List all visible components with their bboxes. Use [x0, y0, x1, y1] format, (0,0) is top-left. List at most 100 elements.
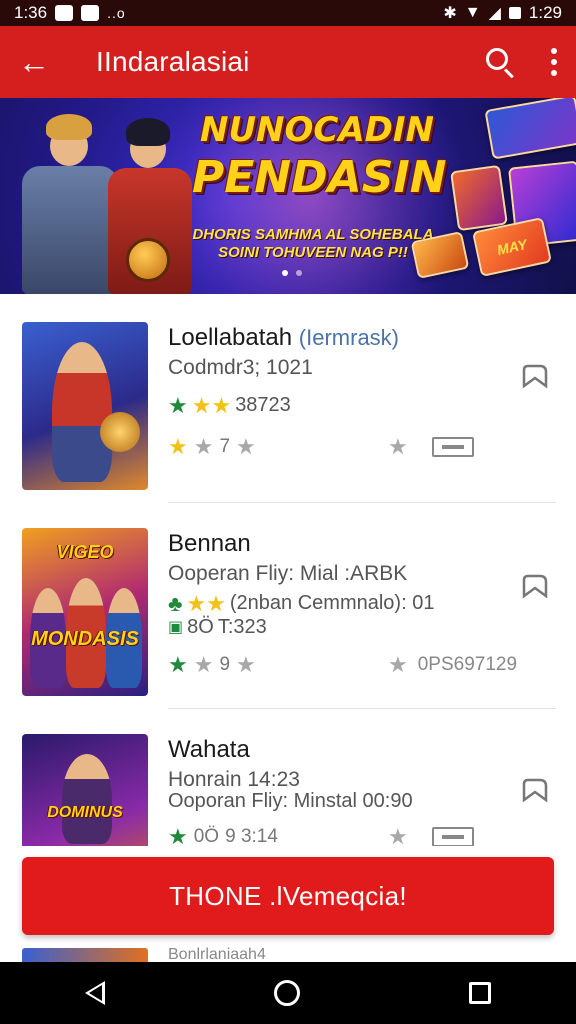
nav-recent-apps-icon[interactable]: [469, 982, 492, 1004]
banner-subline-1: DHORIS SAMHMA AL SOHEBALA: [192, 226, 434, 243]
club-icon: ♣: [168, 590, 183, 616]
photo-icon: [81, 5, 100, 21]
detail-text: T:323: [217, 616, 267, 638]
star-icon[interactable]: ★: [388, 436, 408, 458]
star-icon: ★: [168, 652, 188, 677]
banner-headline-2: PENDASIN: [192, 152, 447, 203]
detail-text: Ooporan Fliy: Minstal 00:90: [168, 790, 413, 812]
game-subtitle: Ooperan Fliy: Mial :ARBK: [168, 562, 408, 585]
cta-button[interactable]: THONE .lVemeqcia!: [22, 857, 554, 935]
search-handle: [503, 68, 514, 79]
status-time: 1:36: [14, 3, 48, 22]
more-vertical-icon[interactable]: [550, 48, 558, 76]
promo-banner[interactable]: NUNOCADIN PENDASIN DHORIS SAMHMA AL SOHE…: [0, 98, 576, 294]
arrow-left-icon[interactable]: ←: [18, 46, 66, 78]
game-title: Bennan: [168, 530, 251, 557]
star-icon[interactable]: ★: [388, 654, 408, 676]
stat-row: ★ ★ 9 ★: [168, 654, 256, 676]
banner-card: [450, 164, 508, 232]
ticket-icon[interactable]: [431, 437, 474, 457]
stat-right: ★: [388, 826, 474, 846]
hero-hair: [126, 118, 170, 146]
list-item[interactable]: DOMINUS Wahata Honrain 14:23 Ooporan Fli…: [0, 718, 576, 846]
stat-right-value: 0PS697129: [417, 654, 518, 675]
thumb-figure: [52, 342, 112, 482]
banner-headline-1: NUNOCADIN: [199, 110, 434, 150]
cta-container: THONE .lVemeqcia! Bonlrlaniaah4: [0, 846, 576, 963]
bookmark-icon[interactable]: [520, 362, 550, 390]
more-notifications-icon: ..o: [107, 5, 126, 21]
star-icon: ★: [168, 824, 188, 847]
nav-home-icon[interactable]: [273, 980, 300, 1006]
wifi-icon: ▼: [464, 4, 481, 21]
star-icon: ★: [168, 434, 188, 459]
divider: [168, 502, 556, 503]
system-nav-bar: [0, 962, 576, 1024]
star-icon: ★: [193, 434, 214, 459]
banner-subline-2: SOINI TOHUVEEN NAG P!!: [218, 244, 408, 261]
star-icon: ★★: [186, 590, 226, 616]
menu-dot: [551, 70, 557, 76]
list-item[interactable]: VIGEO MONDASIS Bennan Ooperan Fliy: Mial…: [0, 512, 576, 718]
game-title-text: Loellabatah: [168, 324, 293, 351]
rating-count: 38723: [235, 394, 291, 416]
thumb-logo: VIGEO: [56, 542, 114, 562]
menu-dot: [551, 59, 557, 65]
battery-icon: [508, 7, 521, 19]
game-thumbnail: [22, 322, 148, 490]
page-title: IIndaralasiai: [96, 46, 250, 77]
star-icon: ★★: [191, 392, 232, 418]
game-list: Loellabatah (Iermrask) Codmdr3; 1021 ★ ★…: [0, 306, 576, 846]
menu-dot: [551, 48, 557, 54]
nav-back-icon[interactable]: [84, 981, 105, 1005]
star-icon[interactable]: ★: [388, 826, 408, 847]
page-dot-active: [282, 270, 288, 276]
detail-prefix: 8Ö: [187, 616, 214, 638]
app-bar: ← IIndaralasiai: [0, 26, 576, 98]
star-icon: ★: [168, 392, 188, 418]
status-bar-left: 1:36 ..o: [14, 3, 126, 23]
signal-icon: ◢: [488, 5, 501, 22]
ball-icon: [126, 238, 170, 282]
bookmark-icon[interactable]: [520, 776, 550, 804]
peek-thumbnail: [22, 948, 148, 962]
stat-row: ★ 0Ö 9 3:14: [168, 824, 278, 847]
search-lens: [486, 48, 508, 70]
stat-right: ★ 0PS697129: [388, 654, 517, 676]
game-subtitle: Codmdr3; 1021: [168, 356, 313, 379]
rating-row: ★ ★★ 38723: [168, 394, 291, 417]
status-bar: 1:36 ..o ✱ ▼ ◢ 1:29: [0, 0, 576, 26]
detail-row: ▣ 8Ö T:323: [168, 616, 267, 639]
ticket-icon[interactable]: [431, 827, 474, 846]
screen: 1:36 ..o ✱ ▼ ◢ 1:29 ← IIndaralasiai NUNO…: [0, 0, 576, 1024]
thumb-logo: DOMINUS: [47, 804, 123, 821]
star-icon: ★: [236, 652, 256, 677]
stat-row: ★ ★ 7 ★: [168, 436, 256, 458]
game-thumbnail: DOMINUS: [22, 734, 148, 846]
stat-prefix: 0Ö: [193, 826, 220, 846]
lock-icon: ▣: [168, 618, 184, 636]
thumb-figure: [62, 754, 112, 844]
divider: [168, 708, 556, 709]
list-item[interactable]: Loellabatah (Iermrask) Codmdr3; 1021 ★ ★…: [0, 306, 576, 512]
hero-hair: [46, 114, 92, 140]
stat-value: 9 3:14: [225, 826, 278, 846]
star-icon: ★: [236, 434, 256, 459]
game-title-accent: (Iermrask): [298, 325, 400, 350]
banner-card: [484, 98, 576, 160]
status-time-right: 1:29: [528, 3, 562, 22]
stat-value: 7: [219, 436, 231, 457]
game-subtitle: Honrain 14:23: [168, 768, 300, 791]
page-indicator: [282, 270, 302, 276]
game-thumbnail: VIGEO MONDASIS: [22, 528, 148, 696]
star-icon: ★: [193, 652, 214, 677]
status-bar-right: ✱ ▼ ◢ 1:29: [443, 3, 562, 23]
search-icon[interactable]: [482, 44, 518, 80]
bookmark-icon[interactable]: [520, 572, 550, 600]
game-title: Wahata: [168, 736, 250, 763]
ball-icon: [100, 412, 140, 452]
bluetooth-icon: ✱: [443, 5, 457, 22]
notification-icon: [55, 5, 74, 21]
game-title: Loellabatah (Iermrask): [168, 324, 399, 352]
stat-value: 9: [219, 654, 231, 675]
